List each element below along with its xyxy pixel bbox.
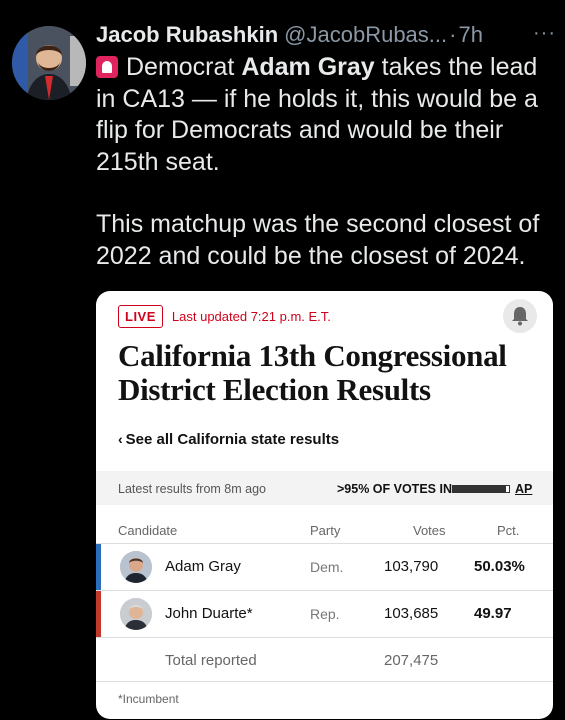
tweet-time[interactable]: 7h	[458, 22, 482, 48]
candidate-name: John Duarte*	[165, 605, 253, 622]
ap-link[interactable]: AP	[515, 482, 532, 496]
bell-icon[interactable]	[503, 299, 537, 333]
total-votes: 207,475	[384, 652, 439, 669]
tweet-header: Jacob Rubashkin @JacobRubas... · 7h	[96, 22, 556, 48]
siren-icon	[96, 56, 118, 78]
last-updated: Last updated 7:21 p.m. E.T.	[171, 309, 331, 324]
total-row: Total reported 207,475	[96, 637, 553, 684]
incumbent-note: *Incumbent	[118, 692, 179, 706]
election-results-card[interactable]: LIVE Last updated 7:21 p.m. E.T. Califor…	[96, 291, 553, 719]
tweet-text-bold: Adam Gray	[241, 53, 375, 81]
latest-results: Latest results from 8m ago	[118, 482, 266, 496]
tweet: Jacob Rubashkin @JacobRubas... · 7h ··· …	[96, 22, 556, 272]
tweet-text-part1: Democrat	[126, 53, 242, 81]
candidate-votes: 103,790	[384, 558, 439, 575]
candidate-pct: 50.03%	[474, 558, 525, 575]
party-stripe	[96, 544, 101, 590]
candidate-party: Rep.	[310, 606, 340, 622]
tweet-paragraph-1: Democrat Adam Gray takes the lead in CA1…	[96, 52, 556, 178]
votes-in-progress	[452, 485, 510, 493]
live-badge: LIVE	[118, 305, 163, 328]
tweet-text: Democrat Adam Gray takes the lead in CA1…	[96, 52, 556, 272]
col-party: Party	[310, 523, 341, 538]
candidate-name: Adam Gray	[165, 558, 241, 575]
live-row: LIVE Last updated 7:21 p.m. E.T.	[118, 305, 331, 328]
chevron-left-icon: ‹	[118, 431, 123, 447]
table-row[interactable]: Adam Gray Dem. 103,790 50.03%	[96, 543, 553, 590]
see-all-label: See all California state results	[125, 431, 340, 448]
author-handle[interactable]: @JacobRubas...	[284, 22, 447, 48]
col-pct: Pct.	[497, 523, 520, 538]
separator-dot: ·	[449, 22, 457, 47]
results-status-bar: Latest results from 8m ago >95% OF VOTES…	[96, 471, 553, 505]
more-options-icon[interactable]: ···	[533, 22, 556, 45]
candidate-party: Dem.	[310, 559, 344, 575]
col-candidate: Candidate	[118, 523, 178, 538]
headline: California 13th Congressional District E…	[118, 338, 507, 407]
candidate-avatar	[120, 551, 152, 583]
divider	[96, 681, 553, 682]
total-label: Total reported	[165, 652, 257, 669]
votes-in-progress-fill	[453, 486, 507, 492]
candidate-avatar	[120, 598, 152, 630]
party-stripe	[96, 591, 101, 637]
candidate-pct: 49.97	[474, 605, 512, 622]
candidate-votes: 103,685	[384, 605, 439, 622]
see-all-link[interactable]: ‹ See all California state results	[118, 431, 339, 448]
col-votes: Votes	[413, 523, 446, 538]
author-name[interactable]: Jacob Rubashkin	[96, 22, 278, 48]
table-row[interactable]: John Duarte* Rep. 103,685 49.97	[96, 590, 553, 637]
author-avatar[interactable]	[12, 26, 86, 100]
tweet-paragraph-2: This matchup was the second closest of 2…	[96, 210, 540, 270]
votes-in-label: >95% OF VOTES IN	[337, 482, 452, 496]
